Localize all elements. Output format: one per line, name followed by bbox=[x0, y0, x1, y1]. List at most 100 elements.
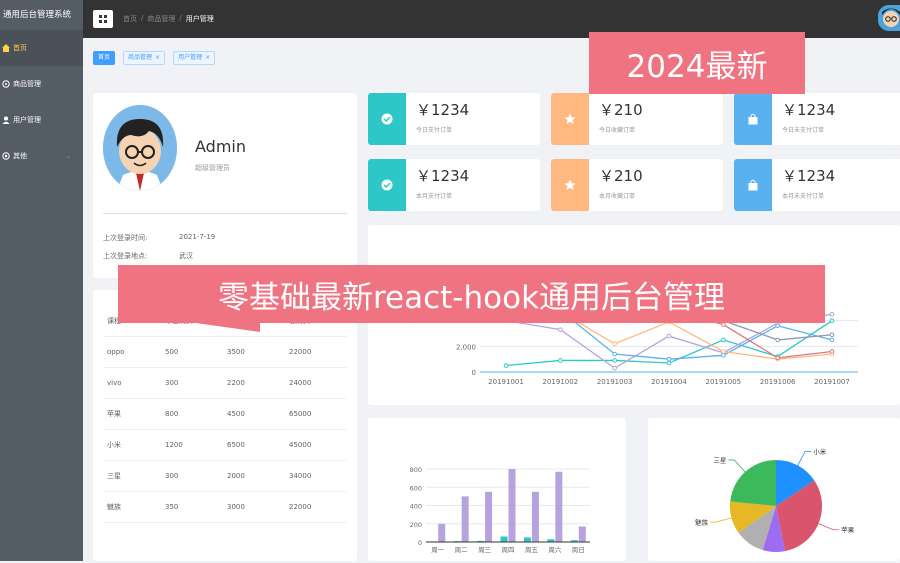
y-tick-label: 2,000 bbox=[456, 343, 476, 351]
x-tick-label: 周一 bbox=[431, 546, 445, 554]
data-point bbox=[776, 338, 780, 342]
user-name: Admin bbox=[195, 137, 246, 156]
stat-card: ￥1234 今日未支付订单 bbox=[734, 93, 900, 145]
x-tick-label: 20191006 bbox=[760, 378, 796, 386]
data-point bbox=[722, 354, 726, 358]
tag-home[interactable]: 首页 bbox=[93, 51, 115, 65]
stat-card: ￥1234本月支付订单 bbox=[368, 159, 540, 211]
bag-icon bbox=[734, 93, 772, 145]
bar bbox=[555, 472, 562, 542]
sidebar-item-users[interactable]: 用户管理 bbox=[0, 102, 83, 138]
data-point bbox=[830, 319, 834, 323]
y-tick-label: 0 bbox=[472, 369, 476, 377]
bar bbox=[524, 537, 531, 542]
tag-bar: 首页 商品管理× 用户管理× bbox=[93, 51, 215, 65]
pie-label-line bbox=[798, 451, 812, 465]
tag-goods[interactable]: 商品管理× bbox=[123, 51, 165, 65]
data-point bbox=[613, 352, 617, 356]
data-point bbox=[667, 357, 671, 361]
stat-value: ￥210 bbox=[599, 99, 643, 120]
stat-card: ￥210 今日收藏订单 bbox=[551, 93, 723, 145]
x-tick-label: 周三 bbox=[478, 546, 492, 554]
stat-value: ￥210 bbox=[599, 165, 643, 186]
check-circle-icon bbox=[368, 93, 406, 145]
last-login-place: 上次登录地点:武汉 bbox=[103, 251, 193, 261]
stat-label: 今日收藏订单 bbox=[599, 125, 643, 134]
table-row: vivo300220024000 bbox=[103, 368, 347, 399]
data-point bbox=[722, 323, 726, 327]
data-point bbox=[667, 334, 671, 338]
sidebar-item-other[interactable]: 其他 ⌄ bbox=[0, 138, 83, 174]
header-avatar[interactable] bbox=[878, 5, 900, 31]
table-row: 苹果800450065000 bbox=[103, 399, 347, 430]
data-point bbox=[722, 338, 726, 342]
data-point bbox=[667, 361, 671, 365]
star-icon bbox=[551, 93, 589, 145]
stat-label: 今日未支付订单 bbox=[782, 125, 835, 134]
breadcrumb-home[interactable]: 首页 bbox=[123, 14, 137, 24]
data-point bbox=[613, 342, 617, 346]
pie-label: 苹果 bbox=[841, 525, 855, 534]
table-row: 魅族350300022000 bbox=[103, 492, 347, 523]
close-icon[interactable]: × bbox=[205, 52, 210, 64]
bar bbox=[438, 524, 445, 542]
goods-icon bbox=[2, 80, 10, 88]
sidebar-item-goods[interactable]: 商品管理 bbox=[0, 66, 83, 102]
star-icon bbox=[551, 159, 589, 211]
stat-card: ￥210本月收藏订单 bbox=[551, 159, 723, 211]
sidebar-item-label: 用户管理 bbox=[13, 115, 41, 125]
data-point bbox=[559, 328, 563, 332]
pie-label: 三星 bbox=[713, 457, 727, 465]
x-tick-label: 周六 bbox=[548, 545, 562, 554]
promo-banner-title: 零基础最新react-hook通用后台管理 bbox=[118, 265, 825, 323]
pie-chart-card: 小米苹果魅族三星 bbox=[648, 418, 900, 561]
y-tick-label: 600 bbox=[410, 484, 422, 492]
data-point bbox=[830, 350, 834, 354]
bag-icon bbox=[734, 159, 772, 211]
close-icon[interactable]: × bbox=[155, 52, 160, 64]
sidebar-item-home[interactable]: 首页 bbox=[0, 30, 83, 66]
table-row: 三星300200034000 bbox=[103, 461, 347, 492]
stat-label: 本月未支付订单 bbox=[782, 191, 835, 200]
user-role: 超级管理员 bbox=[195, 163, 230, 173]
pie-label: 小米 bbox=[813, 447, 827, 456]
pie-chart: 小米苹果魅族三星 bbox=[648, 418, 900, 561]
bar bbox=[485, 492, 492, 542]
bar-chart-card: 0200400600800周一周二周三周四周五周六周日 bbox=[368, 418, 626, 561]
data-point bbox=[559, 359, 563, 363]
chevron-down-icon: ⌄ bbox=[66, 153, 71, 160]
breadcrumb-goods[interactable]: 商品管理 bbox=[147, 14, 175, 24]
x-tick-label: 20191001 bbox=[488, 378, 524, 386]
app-brand: 通用后台管理系统 bbox=[0, 0, 83, 30]
data-point bbox=[830, 338, 834, 342]
x-tick-label: 周日 bbox=[572, 546, 585, 554]
x-tick-label: 周二 bbox=[455, 546, 469, 554]
grid-icon bbox=[99, 15, 107, 23]
breadcrumb-current: 用户管理 bbox=[186, 14, 214, 24]
bar bbox=[532, 492, 539, 542]
stat-card: ￥1234本月未支付订单 bbox=[734, 159, 900, 211]
user-card: Admin 超级管理员 上次登录时间:2021-7-19 上次登录地点:武汉 bbox=[93, 93, 357, 278]
menu-toggle-button[interactable] bbox=[93, 10, 113, 28]
bar bbox=[579, 526, 586, 542]
pie-label-line bbox=[710, 518, 731, 522]
pie-label-line bbox=[728, 460, 745, 472]
data-point bbox=[830, 312, 834, 316]
stat-card: ￥1234今日支付订单 bbox=[368, 93, 540, 145]
home-icon bbox=[2, 44, 10, 52]
stat-label: 本月支付订单 bbox=[416, 191, 469, 200]
sidebar-item-label: 首页 bbox=[13, 43, 27, 53]
data-point bbox=[613, 359, 617, 363]
bar bbox=[462, 496, 469, 542]
data-point bbox=[830, 333, 834, 337]
bar bbox=[509, 469, 516, 542]
user-icon bbox=[2, 116, 10, 124]
tag-users[interactable]: 用户管理× bbox=[173, 51, 215, 65]
data-point bbox=[776, 356, 780, 360]
breadcrumb-separator: / bbox=[179, 14, 181, 24]
breadcrumb-separator: / bbox=[141, 14, 143, 24]
x-tick-label: 周五 bbox=[525, 546, 539, 554]
pie-label-line bbox=[819, 524, 840, 530]
x-tick-label: 20191004 bbox=[651, 378, 687, 386]
stat-value: ￥1234 bbox=[782, 99, 835, 120]
